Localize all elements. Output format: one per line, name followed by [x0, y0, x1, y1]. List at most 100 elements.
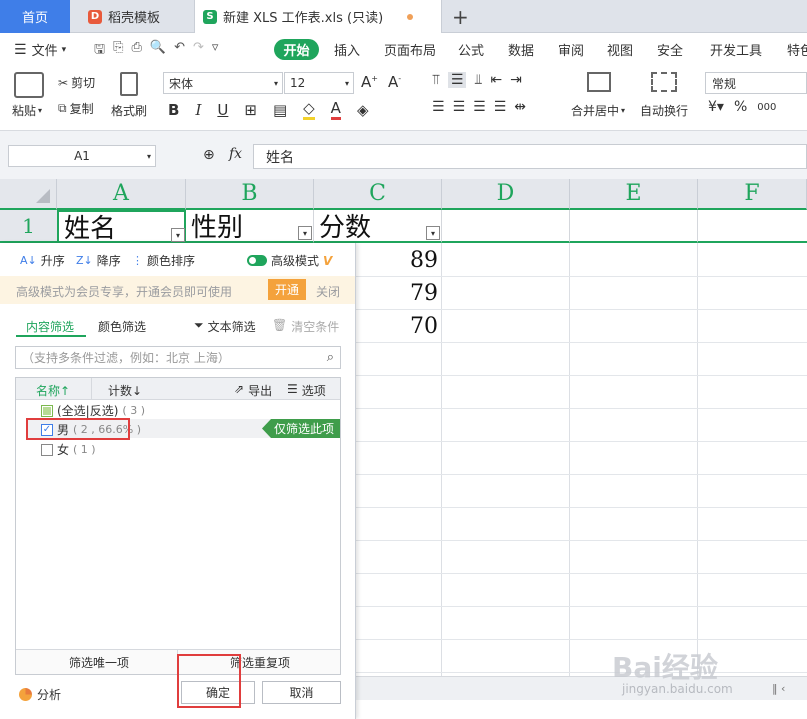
- column-header-a[interactable]: A: [57, 179, 186, 210]
- format-painter-button[interactable]: 格式刷: [111, 102, 147, 119]
- merge-center-icon[interactable]: [587, 72, 611, 92]
- cell-e1[interactable]: [570, 210, 698, 243]
- font-name-select[interactable]: 宋体 ▾: [163, 72, 283, 94]
- checkbox-unchecked-icon[interactable]: [41, 443, 53, 456]
- menu-tab-data[interactable]: 数据: [508, 40, 534, 59]
- align-top-icon[interactable]: ⫪: [432, 72, 440, 88]
- promo-open-button[interactable]: 开通: [268, 279, 306, 300]
- filter-dropdown-icon[interactable]: ▾: [298, 226, 312, 240]
- list-item-female[interactable]: 女 ( 1 ): [41, 441, 96, 458]
- advanced-mode-toggle[interactable]: 高级模式 V: [247, 252, 332, 269]
- column-header-f[interactable]: F: [698, 179, 807, 210]
- save-icon[interactable]: 🖫: [94, 40, 105, 62]
- indent-increase-icon[interactable]: ⇥: [510, 72, 522, 88]
- print-icon[interactable]: ⎙: [131, 40, 141, 62]
- justify-icon[interactable]: ☰: [494, 99, 507, 115]
- thousands-icon[interactable]: 000: [757, 102, 776, 113]
- redo-icon[interactable]: ↷: [193, 40, 204, 62]
- text-filter-button[interactable]: ⏷ 文本筛选: [194, 318, 256, 335]
- decrease-font-icon[interactable]: A-: [388, 73, 401, 91]
- clear-format-icon[interactable]: ◈: [357, 101, 369, 119]
- align-right-icon[interactable]: ☰: [473, 99, 486, 115]
- cell-a1[interactable]: 姓名 ▾: [57, 210, 186, 244]
- merge-center-button[interactable]: 合并居中 ▾: [571, 102, 625, 119]
- underline-icon[interactable]: U: [217, 101, 228, 119]
- fx-icon[interactable]: fx: [229, 146, 242, 162]
- bold-icon[interactable]: B: [168, 101, 179, 119]
- export-button[interactable]: ⇗ 导出: [234, 382, 272, 399]
- tab-workbook[interactable]: S 新建 XLS 工作表.xls (只读): [194, 0, 442, 33]
- analysis-button[interactable]: 分析: [19, 686, 61, 703]
- sheet-scrollbar[interactable]: [356, 676, 807, 700]
- menu-tab-developer[interactable]: 开发工具: [710, 40, 762, 59]
- zoom-formula-icon[interactable]: ⊕: [203, 147, 215, 163]
- column-header-b[interactable]: B: [186, 179, 314, 210]
- filter-dropdown-icon[interactable]: ▾: [171, 228, 185, 242]
- clear-conditions-button[interactable]: 🗑 清空条件: [272, 318, 339, 335]
- undo-icon[interactable]: ↶: [174, 40, 185, 62]
- cell-c4[interactable]: 70: [354, 314, 438, 339]
- new-tab-button[interactable]: +: [452, 5, 469, 29]
- print-preview-icon[interactable]: 🔍: [150, 40, 166, 62]
- sort-desc-button[interactable]: Z↓ 降序: [76, 252, 121, 269]
- cell-f1[interactable]: [698, 210, 807, 243]
- sort-asc-button[interactable]: A↓ 升序: [20, 252, 65, 269]
- wrap-text-icon[interactable]: [651, 72, 677, 92]
- menu-tab-review[interactable]: 审阅: [558, 40, 584, 59]
- align-left-icon[interactable]: ☰: [432, 99, 445, 115]
- copy-button[interactable]: ⧉ 复制: [58, 100, 94, 117]
- paste-icon[interactable]: [14, 72, 44, 98]
- sort-by-name-button[interactable]: 名称↑: [36, 382, 70, 399]
- list-item-select-all[interactable]: (全选|反选) ( 3 ): [41, 402, 145, 419]
- menu-tab-insert[interactable]: 插入: [334, 40, 360, 59]
- formula-input[interactable]: 姓名: [253, 144, 807, 169]
- cut-button[interactable]: ✂ 剪切: [58, 74, 95, 91]
- select-all-corner[interactable]: [0, 179, 57, 210]
- menu-tab-view[interactable]: 视图: [607, 40, 633, 59]
- menu-tab-page-layout[interactable]: 页面布局: [384, 40, 436, 59]
- filter-dropdown-icon[interactable]: ▾: [426, 226, 440, 240]
- customize-icon[interactable]: ▿: [212, 40, 219, 62]
- align-center-icon[interactable]: ☰: [453, 99, 466, 115]
- promo-close-button[interactable]: 关闭: [316, 283, 340, 300]
- distributed-icon[interactable]: ⇹: [514, 99, 526, 115]
- align-middle-icon[interactable]: ☰: [447, 72, 467, 88]
- italic-icon[interactable]: I: [195, 101, 201, 119]
- menu-tab-formula[interactable]: 公式: [458, 40, 484, 59]
- column-header-e[interactable]: E: [570, 179, 698, 210]
- menu-tab-security[interactable]: 安全: [657, 40, 683, 59]
- name-box[interactable]: A1 ▾: [8, 145, 156, 167]
- increase-font-icon[interactable]: A+: [361, 73, 378, 91]
- menu-tab-special[interactable]: 特色: [787, 40, 807, 59]
- number-format-select[interactable]: 常规: [705, 72, 807, 94]
- checkbox-partial-icon[interactable]: [41, 404, 53, 417]
- tab-home[interactable]: 首页: [0, 0, 70, 33]
- scroll-left-icon[interactable]: ‖ ‹: [772, 682, 785, 695]
- align-bottom-icon[interactable]: ⫫: [474, 72, 482, 88]
- column-header-c[interactable]: C: [314, 179, 442, 210]
- export-pdf-icon[interactable]: ⎘: [113, 40, 123, 62]
- tab-template[interactable]: D 稻壳模板: [78, 0, 190, 33]
- file-menu[interactable]: ☰ 文件 ▾: [14, 40, 66, 60]
- cell-style-icon[interactable]: ▤: [273, 101, 287, 119]
- cell-c3[interactable]: 79: [354, 281, 438, 306]
- sort-by-count-button[interactable]: 计数↓: [108, 382, 142, 399]
- cell-c1[interactable]: 分数 ▾: [314, 210, 442, 243]
- only-filter-this-button[interactable]: 仅筛选此项: [262, 419, 340, 438]
- column-header-d[interactable]: D: [442, 179, 570, 210]
- filter-unique-button[interactable]: 筛选唯一项: [69, 654, 129, 671]
- wrap-text-button[interactable]: 自动换行: [640, 102, 688, 119]
- percent-icon[interactable]: %: [734, 99, 747, 115]
- border-icon[interactable]: ⊞: [244, 101, 257, 119]
- format-painter-icon[interactable]: [120, 72, 138, 96]
- cancel-button[interactable]: 取消: [262, 681, 341, 704]
- font-size-select[interactable]: 12 ▾: [284, 72, 354, 94]
- options-button[interactable]: ☰ 选项: [287, 382, 326, 399]
- menu-tab-start[interactable]: 开始: [274, 39, 319, 60]
- currency-icon[interactable]: ¥▾: [708, 99, 724, 115]
- filter-search-input[interactable]: （支持多条件过滤，例如：北京 上海） ⌕: [15, 346, 341, 369]
- cell-d1[interactable]: [442, 210, 570, 243]
- row-header-1[interactable]: 1: [0, 210, 57, 243]
- tab-color-filter[interactable]: 颜色筛选: [98, 318, 146, 335]
- cell-c2[interactable]: 89: [354, 248, 438, 273]
